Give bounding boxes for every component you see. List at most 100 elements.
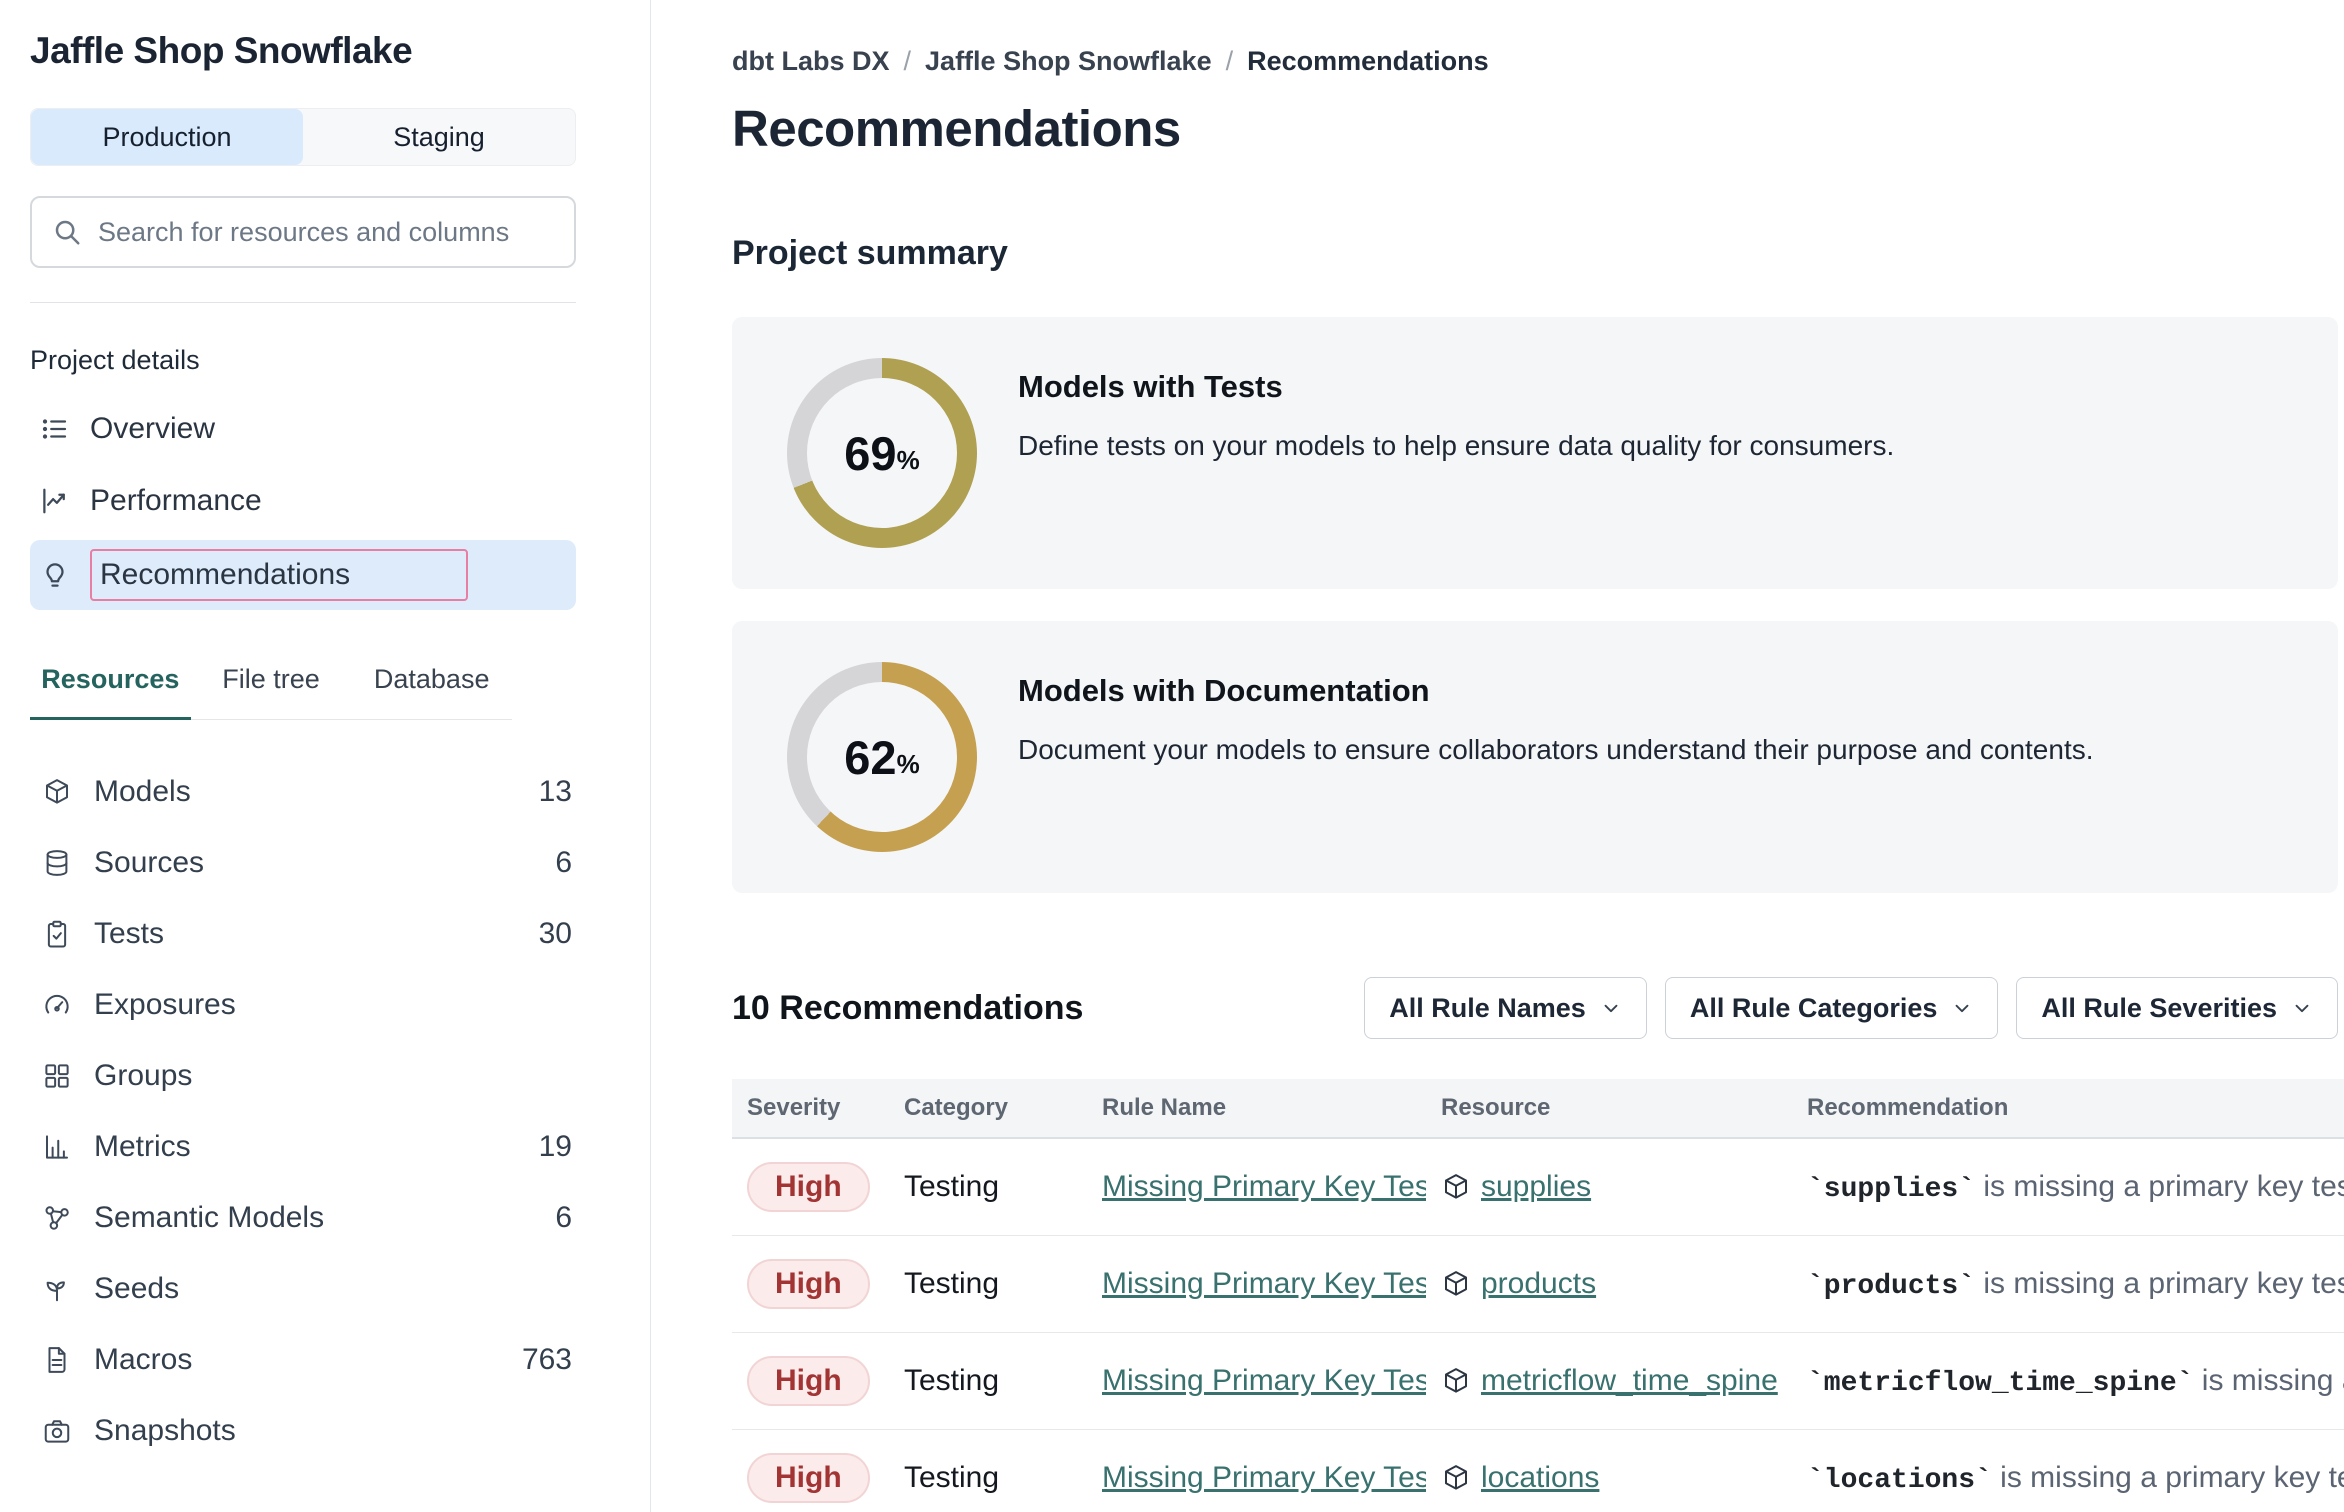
main-content: dbt Labs DX / Jaffle Shop Snowflake / Re…	[651, 0, 2344, 1512]
breadcrumb: dbt Labs DX / Jaffle Shop Snowflake / Re…	[732, 46, 2344, 77]
search-box[interactable]	[30, 196, 576, 268]
recommendation-cell: `products` is missing a primary key test…	[1792, 1267, 2344, 1302]
category-cell: Testing	[889, 1461, 1087, 1495]
resource-item-models[interactable]: Models 13	[30, 756, 576, 827]
tab-staging[interactable]: Staging	[303, 109, 575, 165]
resource-item-tests[interactable]: Tests 30	[30, 898, 576, 969]
filter-label: All Rule Categories	[1690, 993, 1938, 1024]
resource-item-snapshots[interactable]: Snapshots	[30, 1395, 576, 1466]
breadcrumb-account[interactable]: dbt Labs DX	[732, 46, 890, 77]
resource-item-sources[interactable]: Sources 6	[30, 827, 576, 898]
severity-badge: High	[747, 1453, 870, 1503]
resource-count: 6	[555, 846, 572, 880]
cube-icon	[1441, 1463, 1471, 1493]
column-header-category: Category	[889, 1094, 1087, 1122]
resource-link[interactable]: products	[1481, 1267, 1596, 1301]
rule-name-link[interactable]: Missing Primary Key Test	[1102, 1267, 1426, 1300]
rule-categories-filter[interactable]: All Rule Categories	[1665, 977, 1999, 1039]
resource-code: `metricflow_time_spine`	[1807, 1368, 2193, 1399]
recommendation-cell: `locations` is missing a primary key tes…	[1792, 1461, 2344, 1496]
resource-label: Semantic Models	[94, 1201, 324, 1235]
category-cell: Testing	[889, 1170, 1087, 1204]
severity-badge: High	[747, 1356, 870, 1406]
rule-name-link[interactable]: Missing Primary Key Test	[1102, 1170, 1426, 1203]
rule-name-link[interactable]: Missing Primary Key Test	[1102, 1461, 1426, 1494]
resource-code: `locations`	[1807, 1465, 1992, 1496]
table-row: High Testing Missing Primary Key Test me…	[732, 1333, 2344, 1430]
filters: All Rule Names All Rule Categories All R…	[1364, 977, 2338, 1039]
search-input[interactable]	[98, 217, 554, 248]
severity-badge: High	[747, 1259, 870, 1309]
resource-label: Exposures	[94, 988, 236, 1022]
lightbulb-icon	[40, 560, 70, 590]
percent-sign: %	[897, 749, 920, 780]
documentation-coverage-donut: 62 %	[787, 662, 977, 852]
resource-code: `supplies`	[1807, 1174, 1975, 1205]
sidebar-divider	[30, 302, 576, 303]
recommendation-text: is missing a primary key test. This tes	[1992, 1461, 2344, 1494]
resource-label: Macros	[94, 1343, 192, 1377]
sidebar-item-overview[interactable]: Overview	[30, 396, 576, 462]
camera-icon	[42, 1416, 72, 1446]
search-icon	[52, 217, 82, 247]
cube-icon	[42, 777, 72, 807]
resource-count: 6	[555, 1201, 572, 1235]
column-header-resource: Resource	[1426, 1094, 1792, 1122]
tab-resources[interactable]: Resources	[30, 664, 191, 720]
page-title: Recommendations	[732, 99, 2344, 158]
resource-link[interactable]: supplies	[1481, 1170, 1591, 1204]
tab-database[interactable]: Database	[351, 664, 512, 720]
summary-card-models-with-tests: 69 % Models with Tests Define tests on y…	[732, 317, 2338, 589]
recommendations-table: Severity Category Rule Name Resource Rec…	[732, 1079, 2344, 1512]
resource-item-exposures[interactable]: Exposures	[30, 969, 576, 1040]
rule-severities-filter[interactable]: All Rule Severities	[2016, 977, 2338, 1039]
sidebar-item-label-annotated: Recommendations	[90, 549, 468, 601]
rule-name-link[interactable]: Missing Primary Key Test	[1102, 1364, 1426, 1397]
resource-item-semantic-models[interactable]: Semantic Models 6	[30, 1182, 576, 1253]
summary-card-models-with-documentation: 62 % Models with Documentation Document …	[732, 621, 2338, 893]
card-description: Define tests on your models to help ensu…	[1018, 430, 1894, 462]
resource-code: `products`	[1807, 1271, 1975, 1302]
resource-count: 30	[539, 917, 572, 951]
recommendations-count-heading: 10 Recommendations	[732, 989, 1083, 1028]
filter-label: All Rule Severities	[2041, 993, 2277, 1024]
resource-view-tabs: Resources File tree Database	[30, 664, 512, 720]
tab-production[interactable]: Production	[31, 109, 303, 165]
project-title: Jaffle Shop Snowflake	[30, 30, 576, 72]
recommendation-cell: `metricflow_time_spine` is missing a pri…	[1792, 1364, 2344, 1399]
recommendation-text: is missing a primary key test. This test	[1975, 1267, 2344, 1300]
column-header-severity: Severity	[732, 1094, 889, 1122]
resource-label: Groups	[94, 1059, 192, 1093]
list-icon	[40, 414, 70, 444]
breadcrumb-project[interactable]: Jaffle Shop Snowflake	[925, 46, 1212, 77]
network-icon	[42, 1203, 72, 1233]
bar-chart-icon	[42, 1132, 72, 1162]
cube-icon	[1441, 1172, 1471, 1202]
resource-count: 19	[539, 1130, 572, 1164]
resource-item-metrics[interactable]: Metrics 19	[30, 1111, 576, 1182]
sidebar-item-performance[interactable]: Performance	[30, 468, 576, 534]
gauge-icon	[42, 990, 72, 1020]
resource-count: 763	[522, 1343, 572, 1377]
card-text: Models with Documentation Document your …	[1018, 673, 2094, 766]
resource-item-macros[interactable]: Macros 763	[30, 1324, 576, 1395]
resource-item-seeds[interactable]: Seeds	[30, 1253, 576, 1324]
resource-label: Metrics	[94, 1130, 191, 1164]
card-title: Models with Tests	[1018, 369, 1894, 405]
clipboard-check-icon	[42, 919, 72, 949]
sidebar-item-recommendations[interactable]: Recommendations	[30, 540, 576, 610]
sidebar: Jaffle Shop Snowflake Production Staging…	[0, 0, 651, 1512]
project-details-heading: Project details	[30, 345, 576, 376]
card-text: Models with Tests Define tests on your m…	[1018, 369, 1894, 462]
project-summary-heading: Project summary	[732, 234, 2344, 273]
table-row: High Testing Missing Primary Key Test pr…	[732, 1236, 2344, 1333]
recommendation-text: is missing a primary ke	[2193, 1364, 2344, 1397]
rule-names-filter[interactable]: All Rule Names	[1364, 977, 1647, 1039]
tab-file-tree[interactable]: File tree	[191, 664, 352, 720]
resource-count: 13	[539, 775, 572, 809]
document-icon	[42, 1345, 72, 1375]
resource-link[interactable]: locations	[1481, 1461, 1599, 1495]
cube-icon	[1441, 1366, 1471, 1396]
resource-link[interactable]: metricflow_time_spine	[1481, 1364, 1778, 1398]
resource-item-groups[interactable]: Groups	[30, 1040, 576, 1111]
